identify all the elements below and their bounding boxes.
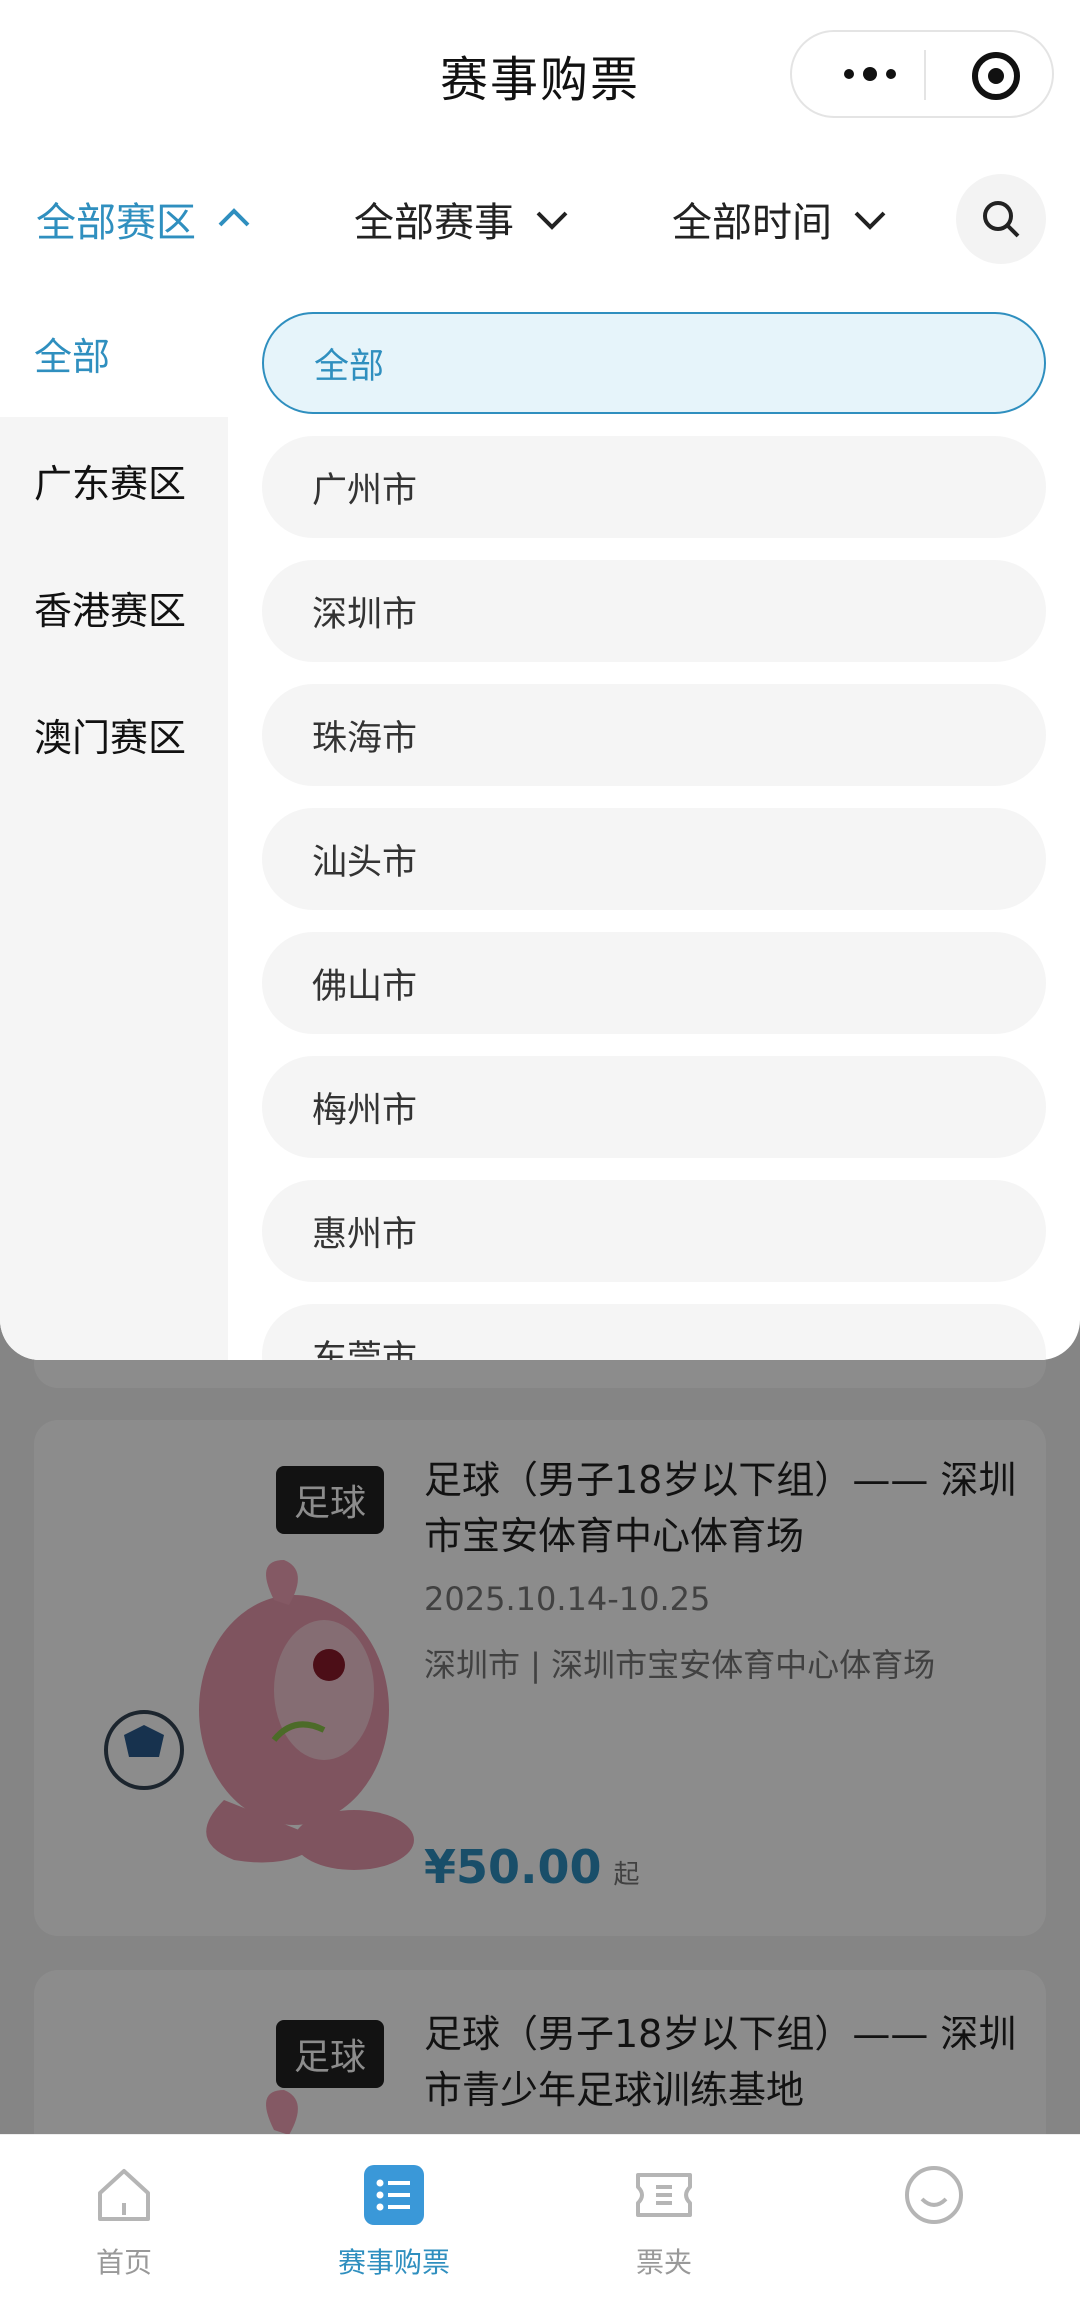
smile-icon xyxy=(905,2166,963,2224)
region-dropdown: 全部 广东赛区 香港赛区 澳门赛区 全部 广州市 深圳市 珠海市 汕头市 佛山市… xyxy=(0,290,1080,1360)
city-item-all[interactable]: 全部 xyxy=(262,312,1046,414)
city-item[interactable]: 广州市 xyxy=(262,436,1046,538)
search-icon xyxy=(983,201,1020,238)
city-item[interactable]: 佛山市 xyxy=(262,932,1046,1034)
tab-bar: 首页 赛事购票 票夹 xyxy=(0,2134,1080,2300)
region-item-all[interactable]: 全部 xyxy=(0,290,228,417)
filter-event[interactable]: 全部赛事 xyxy=(354,190,572,248)
city-item[interactable]: 珠海市 xyxy=(262,684,1046,786)
region-item-guangdong[interactable]: 广东赛区 xyxy=(0,417,228,544)
home-icon xyxy=(98,2169,150,2221)
chevron-down-icon xyxy=(536,211,568,230)
filter-time-label: 全部时间 xyxy=(672,200,832,246)
tab-home-label: 首页 xyxy=(95,2246,152,2279)
mini-program-capsule xyxy=(790,30,1054,118)
city-item[interactable]: 汕头市 xyxy=(262,808,1046,910)
tab-tickets[interactable]: 赛事购票 xyxy=(304,2163,484,2281)
tab-tickets-label: 赛事购票 xyxy=(337,2246,450,2279)
tab-wallet[interactable]: 票夹 xyxy=(574,2163,754,2281)
tab-home[interactable]: 首页 xyxy=(34,2163,214,2281)
region-item-macau[interactable]: 澳门赛区 xyxy=(0,671,228,798)
region-item-hongkong[interactable]: 香港赛区 xyxy=(0,544,228,671)
tab-wallet-label: 票夹 xyxy=(635,2246,692,2279)
filter-region-label: 全部赛区 xyxy=(36,200,196,246)
region-list: 全部 广东赛区 香港赛区 澳门赛区 xyxy=(0,290,228,1360)
filter-event-label: 全部赛事 xyxy=(354,200,514,246)
capsule-divider xyxy=(924,50,926,100)
ticket-icon xyxy=(636,2173,692,2217)
city-item[interactable]: 东莞市 xyxy=(262,1304,1046,1360)
filter-time[interactable]: 全部时间 xyxy=(672,190,890,248)
search-button[interactable] xyxy=(956,174,1046,264)
filter-region[interactable]: 全部赛区 xyxy=(36,190,254,248)
tab-profile[interactable] xyxy=(844,2163,1024,2241)
chevron-down-icon xyxy=(854,211,886,230)
close-target-icon[interactable] xyxy=(972,52,1020,100)
nav-bar: 赛事购票 xyxy=(0,0,1080,150)
city-item[interactable]: 惠州市 xyxy=(262,1180,1046,1282)
city-item[interactable]: 深圳市 xyxy=(262,560,1046,662)
filter-bar: 全部赛区 全部赛事 全部时间 xyxy=(0,150,1080,290)
more-icon[interactable] xyxy=(830,50,910,98)
list-icon xyxy=(364,2165,424,2225)
city-item[interactable]: 梅州市 xyxy=(262,1056,1046,1158)
chevron-up-icon xyxy=(218,208,250,227)
